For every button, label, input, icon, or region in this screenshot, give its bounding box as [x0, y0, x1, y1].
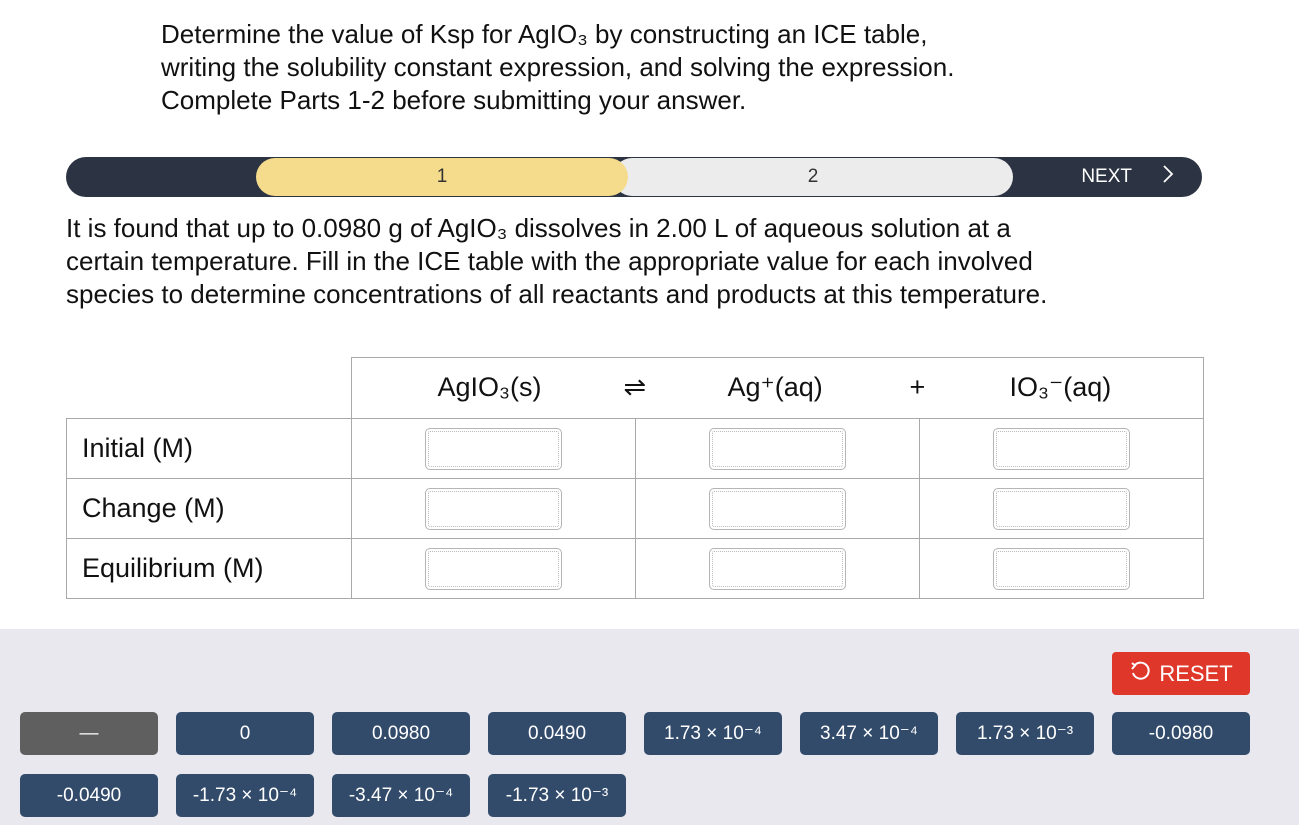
row-label-change: Change (M)	[66, 478, 352, 539]
answer-tile[interactable]: -1.73 × 10⁻³	[488, 774, 626, 817]
drop-target[interactable]	[424, 487, 562, 530]
answer-tile[interactable]: 3.47 × 10⁻⁴	[800, 712, 938, 755]
undo-icon	[1129, 660, 1151, 688]
reset-label: RESET	[1159, 660, 1233, 686]
answer-tile[interactable]: -0.0490	[20, 774, 158, 817]
drop-target[interactable]	[708, 547, 846, 590]
species-ag-ion: Ag⁺(aq)	[727, 372, 823, 402]
next-button[interactable]: NEXT	[1012, 157, 1202, 197]
intro-text: Determine the value of Ksp for AgIO₃ by …	[161, 18, 1161, 117]
drop-target[interactable]	[708, 487, 846, 530]
step-1-label: 1	[436, 166, 448, 187]
drop-target[interactable]	[424, 547, 562, 590]
answer-tile[interactable]: —	[20, 712, 158, 755]
ice-row-equilibrium: Equilibrium (M)	[66, 538, 1204, 599]
species-io3-ion: IO₃⁻(aq)	[1009, 372, 1112, 402]
drop-target[interactable]	[424, 427, 562, 470]
reset-button[interactable]: RESET	[1112, 652, 1250, 695]
answer-tile[interactable]: 1.73 × 10⁻³	[956, 712, 1094, 755]
cell-equilibrium-ag	[634, 538, 920, 599]
question-line: It is found that up to 0.0980 g of AgIO₃…	[66, 213, 1011, 243]
species-agio3: AgIO₃(s)	[437, 372, 542, 402]
chevron-right-icon	[1162, 164, 1174, 190]
equilibrium-arrow: ⇌	[623, 372, 647, 402]
step-1-tab[interactable]: 1	[256, 158, 628, 196]
step-2-tab[interactable]: 2	[613, 158, 1013, 196]
answer-tray: RESET — 0 0.0980 0.0490 1.73 × 10⁻⁴ 3.47…	[0, 629, 1299, 825]
row-label-equilibrium: Equilibrium (M)	[66, 538, 352, 599]
reaction-equation: AgIO₃(s) ⇌ Ag⁺(aq) + IO₃⁻(aq)	[350, 357, 1204, 419]
cell-equilibrium-io3	[918, 538, 1204, 599]
cell-change-io3	[918, 478, 1204, 539]
question-line: certain temperature. Fill in the ICE tab…	[66, 246, 1033, 276]
drop-target[interactable]	[992, 547, 1130, 590]
answer-tile[interactable]: -3.47 × 10⁻⁴	[332, 774, 470, 817]
cell-equilibrium-agio3	[350, 538, 636, 599]
answer-tile[interactable]: 0.0490	[488, 712, 626, 755]
ice-header-row: AgIO₃(s) ⇌ Ag⁺(aq) + IO₃⁻(aq)	[66, 357, 1204, 419]
next-label: NEXT	[1081, 166, 1132, 187]
drop-target[interactable]	[708, 427, 846, 470]
question-line: species to determine concentrations of a…	[66, 279, 1048, 309]
ice-table: AgIO₃(s) ⇌ Ag⁺(aq) + IO₃⁻(aq) Initial (M…	[66, 357, 1204, 599]
table-corner	[66, 357, 352, 419]
cell-change-agio3	[350, 478, 636, 539]
intro-line: writing the solubility constant expressi…	[161, 52, 955, 82]
drop-target[interactable]	[992, 487, 1130, 530]
row-label-initial: Initial (M)	[66, 418, 352, 479]
question-text: It is found that up to 0.0980 g of AgIO₃…	[66, 212, 1206, 311]
step-2-label: 2	[807, 166, 819, 187]
cell-change-ag	[634, 478, 920, 539]
answer-tile[interactable]: -1.73 × 10⁻⁴	[176, 774, 314, 817]
answer-tile[interactable]: 1.73 × 10⁻⁴	[644, 712, 782, 755]
step-navigator: 2 1 NEXT	[66, 157, 1202, 197]
answer-tile[interactable]: -0.0980	[1112, 712, 1250, 755]
cell-initial-io3	[918, 418, 1204, 479]
ice-row-initial: Initial (M)	[66, 418, 1204, 479]
cell-initial-ag	[634, 418, 920, 479]
plus-sign: +	[909, 372, 926, 402]
drop-target[interactable]	[992, 427, 1130, 470]
intro-line: Determine the value of Ksp for AgIO₃ by …	[161, 19, 928, 49]
intro-line: Complete Parts 1-2 before submitting you…	[161, 85, 747, 115]
ice-row-change: Change (M)	[66, 478, 1204, 539]
answer-tile[interactable]: 0.0980	[332, 712, 470, 755]
cell-initial-agio3	[350, 418, 636, 479]
answer-tile[interactable]: 0	[176, 712, 314, 755]
